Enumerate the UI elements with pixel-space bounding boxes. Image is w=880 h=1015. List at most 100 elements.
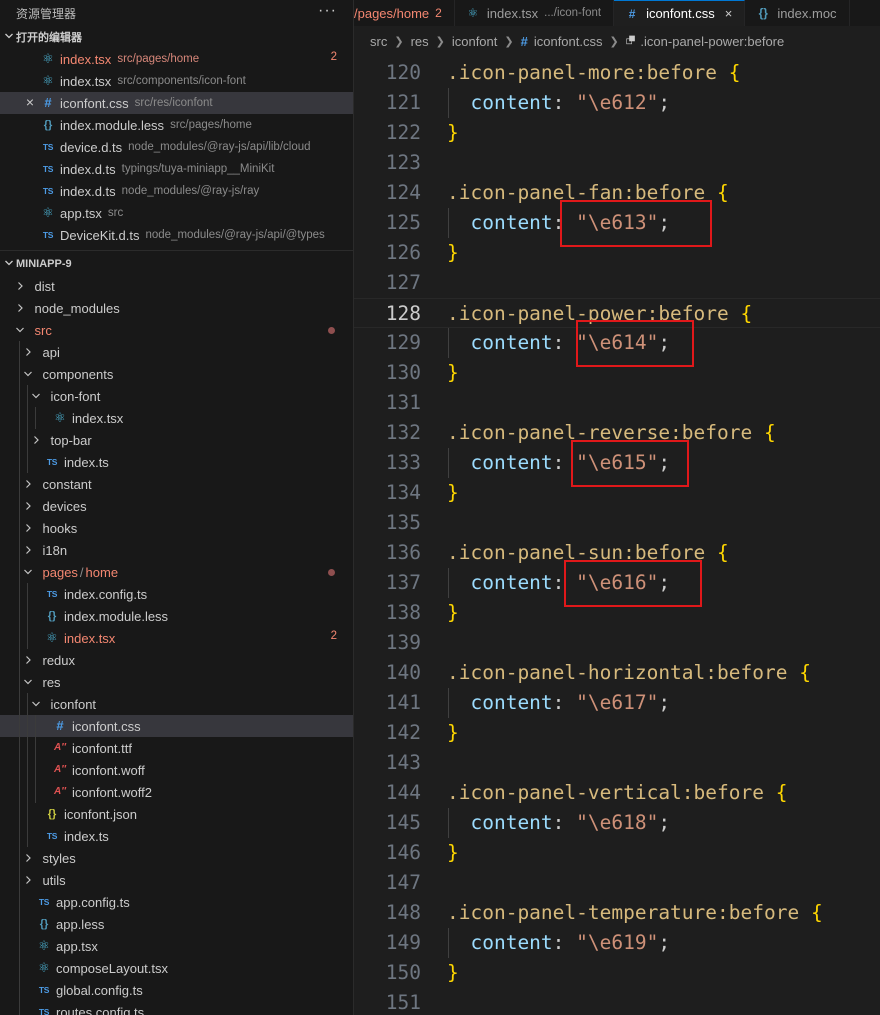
editor-tab[interactable]: # iconfont.css × — [614, 0, 746, 26]
chevron-right-icon[interactable] — [20, 545, 36, 555]
code-line[interactable]: 141 content: "\e617"; — [354, 688, 880, 718]
editor-tab[interactable]: ⚛ index.tsx .../icon-font — [454, 0, 615, 26]
line-number: 143 — [385, 751, 421, 774]
tree-file[interactable]: ⚛ app.tsx — [0, 935, 353, 957]
tree-folder[interactable]: top-bar — [0, 429, 353, 451]
code-line[interactable]: 142} — [354, 718, 880, 748]
tree-folder[interactable]: hooks — [0, 517, 353, 539]
tree-file[interactable]: ⚛ composeLayout.tsx — [0, 957, 353, 979]
code-line[interactable]: 140 .icon-panel-horizontal:before { — [354, 658, 880, 688]
code-line[interactable]: 148 .icon-panel-temperature:before { — [354, 898, 880, 928]
open-editor-item[interactable]: TS index.d.ts typings/tuya-miniapp__MiniKi… — [0, 158, 353, 180]
chevron-right-icon[interactable] — [20, 655, 36, 665]
tree-file[interactable]: TS index.ts — [0, 451, 353, 473]
tree-file[interactable]: TS index.ts — [0, 825, 353, 847]
code-line[interactable]: 150} — [354, 958, 880, 988]
code-line[interactable]: 143 — [354, 748, 880, 778]
chevron-right-icon[interactable] — [20, 347, 36, 357]
tree-folder[interactable]: src — [0, 319, 353, 341]
open-editor-item[interactable]: ⚛ app.tsx src — [0, 202, 353, 224]
tree-folder[interactable]: i18n — [0, 539, 353, 561]
code-line[interactable]: 151 — [354, 988, 880, 1015]
tree-folder[interactable]: node_modules — [0, 297, 353, 319]
chevron-right-icon[interactable] — [20, 479, 36, 489]
code-line[interactable]: 135 — [354, 508, 880, 538]
close-icon[interactable]: × — [725, 6, 733, 21]
open-editor-item[interactable]: TS index.d.ts node_modules/@ray-js/ray — [0, 180, 353, 202]
tree-folder[interactable]: redux — [0, 649, 353, 671]
tree-folder[interactable]: res — [0, 671, 353, 693]
tree-file[interactable]: TS global.config.ts — [0, 979, 353, 1001]
tree-file[interactable]: {} index.module.less — [0, 605, 353, 627]
chevron-right-icon[interactable] — [20, 523, 36, 533]
code-line[interactable]: 147 — [354, 868, 880, 898]
tree-file[interactable]: # iconfont.css — [0, 715, 353, 737]
chevron-down-icon[interactable] — [20, 677, 36, 687]
code-line[interactable]: 139 — [354, 628, 880, 658]
tree-folder[interactable]: utils — [0, 869, 353, 891]
tree-item-label: index.tsx — [72, 410, 124, 426]
chevron-down-icon[interactable] — [28, 699, 44, 709]
tree-file[interactable]: {} iconfont.json — [0, 803, 353, 825]
tree-file[interactable]: A″ iconfont.woff — [0, 759, 353, 781]
more-actions-icon[interactable]: ··· — [318, 2, 337, 20]
code-line[interactable]: 146} — [354, 838, 880, 868]
chevron-right-icon[interactable] — [20, 875, 36, 885]
code-line[interactable]: 120 .icon-panel-more:before { — [354, 58, 880, 88]
breadcrumb-item[interactable]: res — [411, 34, 429, 49]
code-line[interactable]: 122} — [354, 118, 880, 148]
tree-file[interactable]: ⚛ index.tsx 2 — [0, 627, 353, 649]
tree-folder[interactable]: api — [0, 341, 353, 363]
code-line[interactable]: 127 — [354, 268, 880, 298]
tree-file[interactable]: TS routes.config.ts — [0, 1001, 353, 1015]
chevron-right-icon[interactable] — [28, 435, 44, 445]
breadcrumb-item[interactable]: .icon-panel-power:before — [640, 34, 784, 49]
code-line[interactable]: 145 content: "\e618"; — [354, 808, 880, 838]
chevron-right-icon[interactable] — [12, 281, 28, 291]
tree-folder[interactable]: devices — [0, 495, 353, 517]
css-property: content — [470, 571, 553, 594]
chevron-right-icon[interactable] — [20, 853, 36, 863]
code-line[interactable]: 144 .icon-panel-vertical:before { — [354, 778, 880, 808]
tree-folder[interactable]: components — [0, 363, 353, 385]
line-number: 148 — [385, 901, 421, 924]
editor-tab[interactable]: /pages/home 2 — [354, 0, 455, 26]
tree-file[interactable]: A″ iconfont.woff2 — [0, 781, 353, 803]
open-editors-header[interactable]: 打开的编辑器 — [0, 26, 353, 48]
close-icon[interactable]: × — [23, 94, 37, 110]
open-editor-item[interactable]: TS device.d.ts node_modules/@ray-js/api/li… — [0, 136, 353, 158]
open-editor-name: app.tsx — [60, 205, 102, 221]
chevron-down-icon[interactable] — [12, 325, 28, 335]
breadcrumb-item[interactable]: iconfont — [452, 34, 498, 49]
open-editor-item[interactable]: {} index.module.less src/pages/home — [0, 114, 353, 136]
tree-folder[interactable]: styles — [0, 847, 353, 869]
tree-file[interactable]: TS index.config.ts — [0, 583, 353, 605]
breadcrumb-item[interactable]: iconfont.css — [534, 34, 603, 49]
chevron-down-icon[interactable] — [20, 369, 36, 379]
project-header[interactable]: MINIAPP-9 — [0, 253, 353, 275]
tree-file[interactable]: TS app.config.ts — [0, 891, 353, 913]
open-editor-item[interactable]: × # iconfont.css src/res/iconfont — [0, 92, 353, 114]
code-line[interactable]: 131 — [354, 388, 880, 418]
tree-file[interactable]: A″ iconfont.ttf — [0, 737, 353, 759]
code-line[interactable]: 121 content: "\e612"; — [354, 88, 880, 118]
typescript-file-icon: TS — [42, 142, 54, 152]
open-editor-item[interactable]: ⚛ index.tsx src/components/icon-font — [0, 70, 353, 92]
open-editor-item[interactable]: TS DeviceKit.d.ts node_modules/@ray-js/api… — [0, 224, 353, 246]
tree-file[interactable]: ⚛ index.tsx — [0, 407, 353, 429]
chevron-right-icon[interactable] — [20, 501, 36, 511]
tree-folder[interactable]: iconfont — [0, 693, 353, 715]
tree-folder[interactable]: icon-font — [0, 385, 353, 407]
chevron-down-icon[interactable] — [28, 391, 44, 401]
code-line[interactable]: 123 — [354, 148, 880, 178]
tree-folder[interactable]: constant — [0, 473, 353, 495]
chevron-down-icon[interactable] — [20, 567, 36, 577]
tree-folder[interactable]: pages / home — [0, 561, 353, 583]
breadcrumb-item[interactable]: src — [370, 34, 387, 49]
tree-folder[interactable]: dist — [0, 275, 353, 297]
chevron-right-icon[interactable] — [12, 303, 28, 313]
editor-tab[interactable]: {} index.moc — [745, 0, 850, 26]
tree-file[interactable]: {} app.less — [0, 913, 353, 935]
open-editor-item[interactable]: ⚛ index.tsx src/pages/home 2 — [0, 48, 353, 70]
code-line[interactable]: 149 content: "\e619"; — [354, 928, 880, 958]
